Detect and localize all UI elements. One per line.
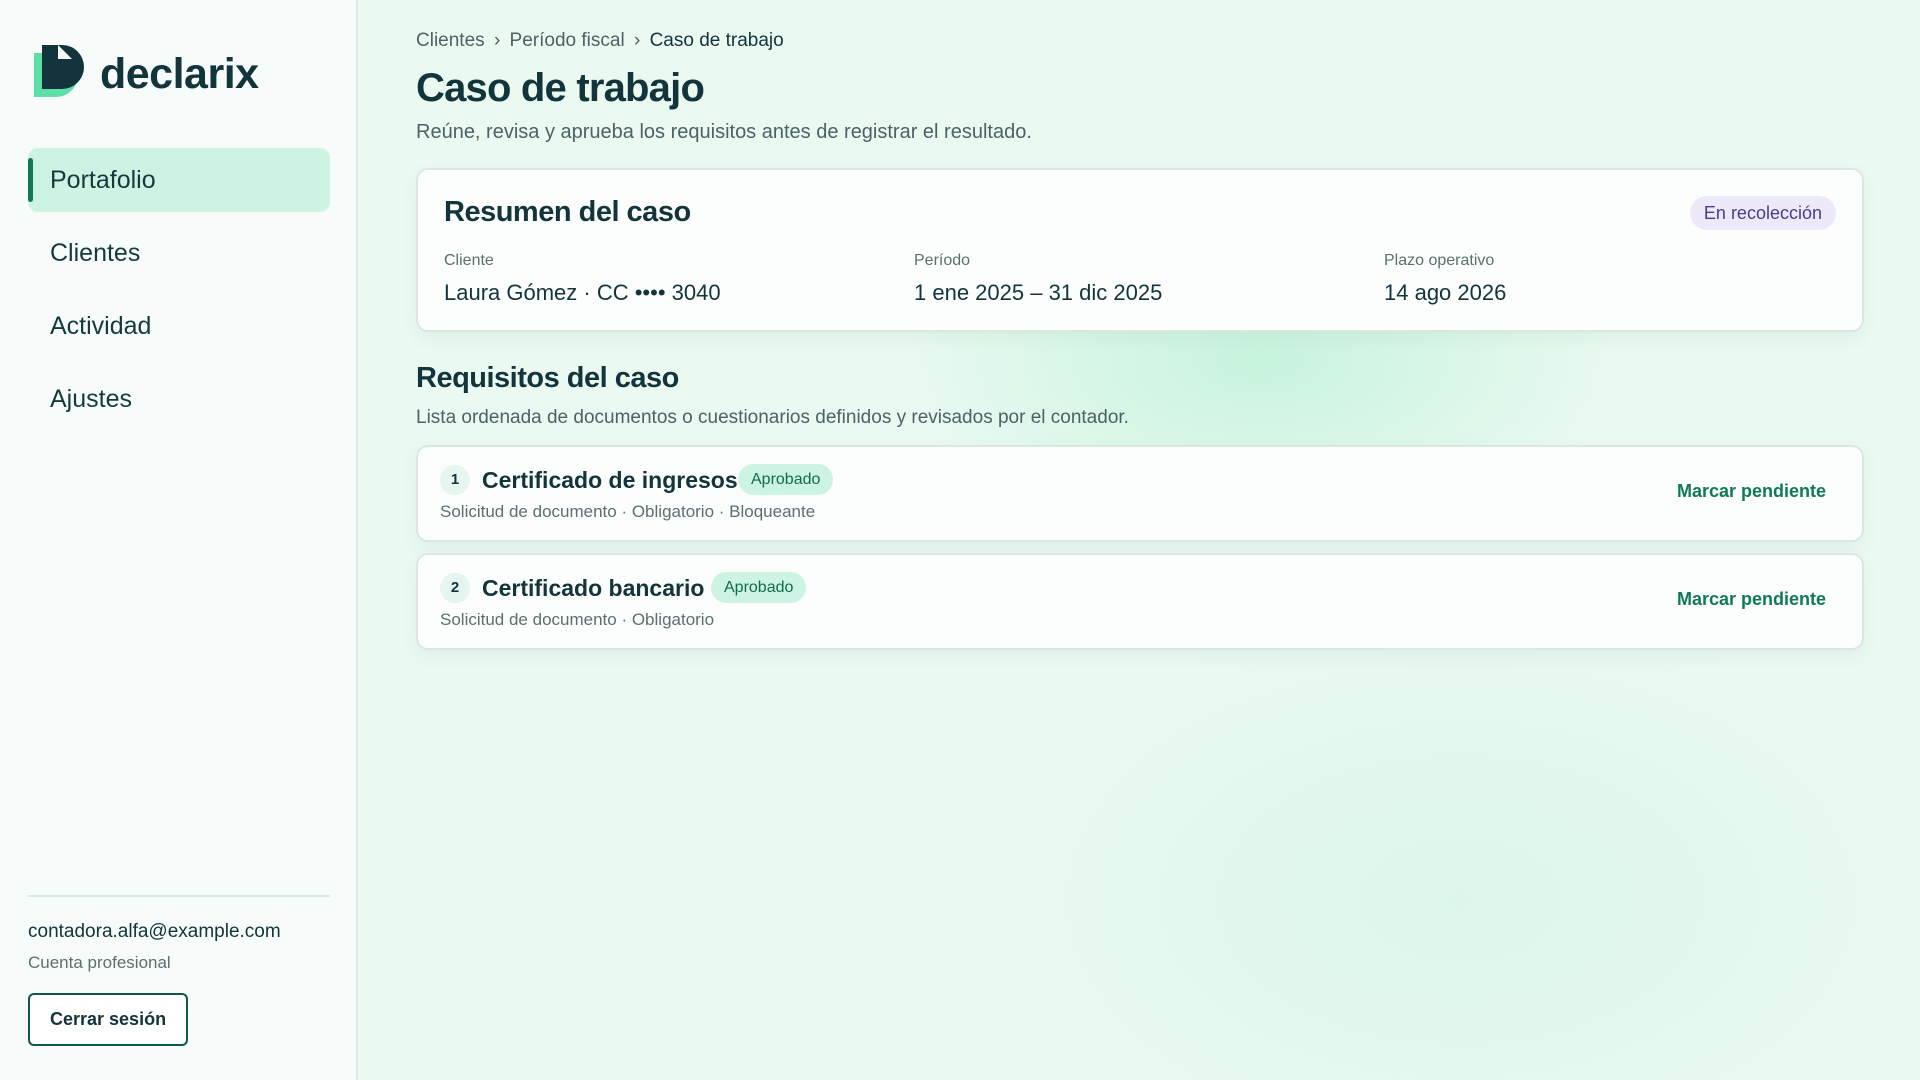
- sidebar-item-label: Portafolio: [50, 165, 156, 194]
- field-value: 14 ago 2026: [1384, 280, 1507, 305]
- sidebar-item-label: Ajustes: [50, 384, 132, 413]
- sidebar-item-portafolio[interactable]: Portafolio: [28, 148, 330, 212]
- page-subtitle: Reúne, revisa y aprueba los requisitos a…: [416, 121, 1032, 143]
- account-panel: contadora.alfa@example.com Cuenta profes…: [28, 895, 330, 1046]
- requirement-name: Certificado de ingresos: [482, 467, 738, 493]
- summary-field-plazo: Plazo operativo 14 ago 2026: [1384, 252, 1506, 306]
- requirement-number: 2: [440, 573, 470, 603]
- mark-pending-button[interactable]: Marcar pendiente: [1677, 481, 1826, 502]
- requirements-subtitle: Lista ordenada de documentos o cuestiona…: [416, 407, 1129, 428]
- brand-logo[interactable]: declarix: [28, 42, 259, 106]
- requirement-number: 1: [440, 465, 470, 495]
- logout-button[interactable]: Cerrar sesión: [28, 993, 189, 1046]
- summary-field-periodo: Período 1 ene 2025 – 31 dic 2025: [914, 252, 1162, 306]
- summary-field-cliente: Cliente Laura Gómez · CC •••• 3040: [444, 252, 721, 306]
- requirements-list: 1 Certificado de ingresos Aprobado Solic…: [416, 445, 1864, 650]
- case-summary-card: Resumen del caso En recolección Cliente …: [416, 168, 1864, 332]
- breadcrumb-item-clientes[interactable]: Clientes: [416, 30, 485, 51]
- breadcrumb-current: Caso de trabajo: [649, 30, 784, 51]
- status-badge: En recolección: [1689, 196, 1836, 230]
- sidebar-item-clientes[interactable]: Clientes: [28, 221, 330, 285]
- field-value: Laura Gómez · CC •••• 3040: [444, 280, 721, 305]
- field-value: 1 ene 2025 – 31 dic 2025: [914, 280, 1163, 305]
- sidebar-item-label: Clientes: [50, 238, 141, 267]
- requirement-meta: Solicitud de documento · Obligatorio · B…: [440, 502, 816, 521]
- account-email: contadora.alfa@example.com: [28, 921, 281, 942]
- account-type: Cuenta profesional: [28, 953, 171, 972]
- requirement-status-badge: Aprobado: [711, 572, 807, 603]
- requirement-status-badge: Aprobado: [738, 464, 834, 495]
- requirements-title: Requisitos del caso: [416, 362, 679, 394]
- mark-pending-button[interactable]: Marcar pendiente: [1677, 589, 1826, 610]
- requirement-item: 1 Certificado de ingresos Aprobado Solic…: [416, 445, 1864, 542]
- breadcrumb: Clientes › Período fiscal › Caso de trab…: [416, 30, 1864, 56]
- sidebar-item-label: Actividad: [50, 311, 152, 340]
- breadcrumb-separator: ›: [493, 30, 501, 51]
- declarix-logo-icon: [34, 45, 84, 97]
- page-title: Caso de trabajo: [416, 66, 705, 110]
- sidebar-item-ajustes[interactable]: Ajustes: [28, 367, 330, 431]
- sidebar: declarix Portafolio Clientes Actividad A…: [0, 0, 358, 1080]
- breadcrumb-separator: ›: [633, 30, 641, 51]
- field-label: Plazo operativo: [1384, 252, 1495, 269]
- breadcrumb-item-periodo[interactable]: Período fiscal: [510, 30, 625, 51]
- field-label: Período: [914, 252, 971, 269]
- requirement-meta: Solicitud de documento · Obligatorio: [440, 610, 715, 629]
- sidebar-nav: Portafolio Clientes Actividad Ajustes: [28, 148, 330, 440]
- requirement-item: 2 Certificado bancario Aprobado Solicitu…: [416, 553, 1864, 650]
- sidebar-item-actividad[interactable]: Actividad: [28, 294, 330, 358]
- main-content: Clientes › Período fiscal › Caso de trab…: [360, 0, 1920, 1080]
- requirement-name: Certificado bancario: [482, 575, 705, 601]
- field-label: Cliente: [444, 252, 494, 269]
- summary-title: Resumen del caso: [444, 196, 691, 228]
- divider: [28, 895, 330, 897]
- brand-name: declarix: [100, 49, 259, 98]
